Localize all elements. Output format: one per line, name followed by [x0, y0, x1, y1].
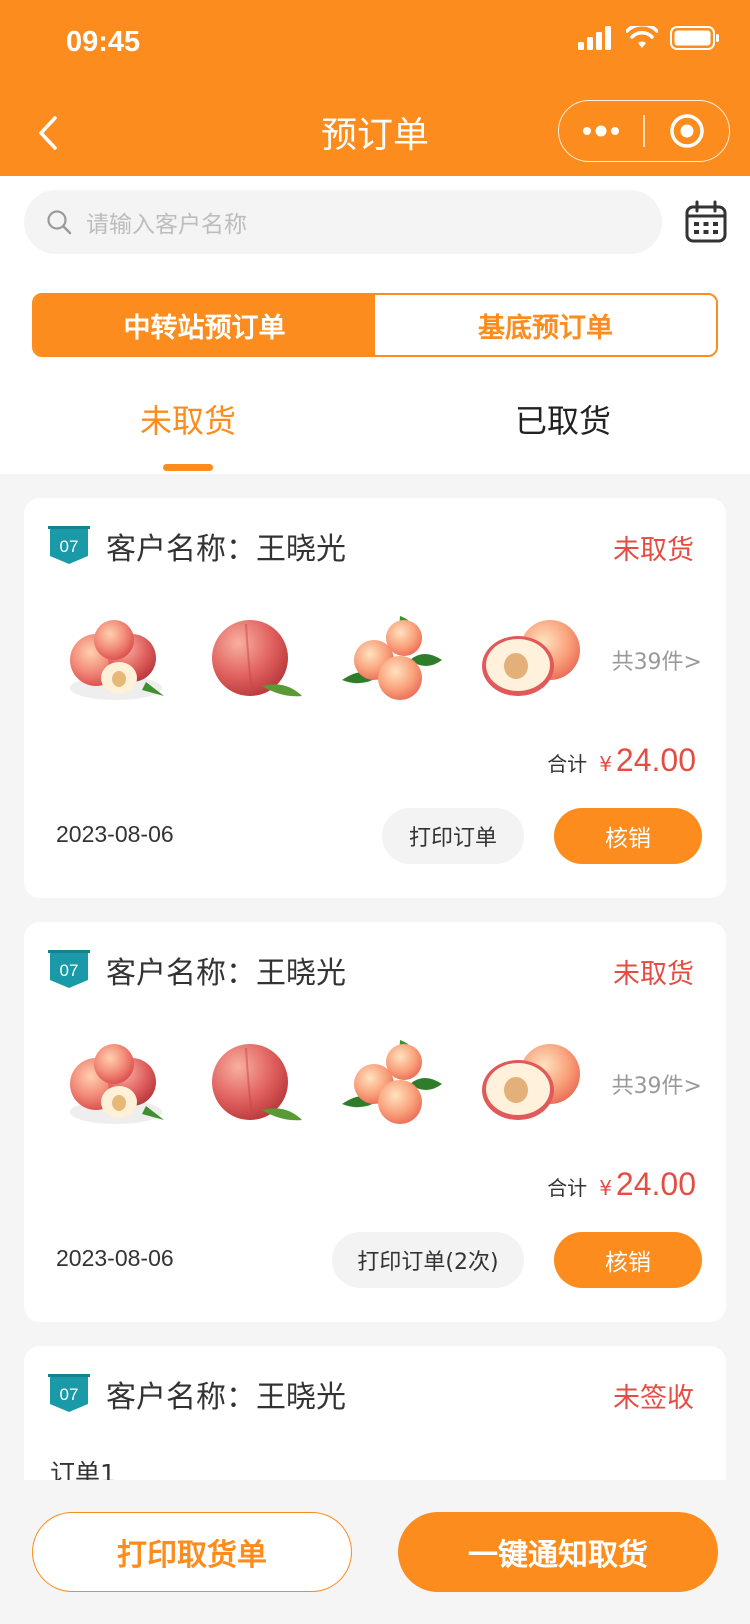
- peach-product-image: [70, 1044, 164, 1124]
- total-amount: 24.00: [615, 742, 696, 778]
- calendar-icon: [685, 200, 727, 243]
- search-icon: [46, 209, 72, 235]
- segment-transfer-station[interactable]: 中转站预订单: [34, 295, 375, 355]
- order-status: 未取货: [613, 959, 694, 990]
- bottom-action-bar: 打印取货单 一键通知取货: [0, 1480, 750, 1624]
- mini-program-capsule: [558, 100, 730, 162]
- peach-product-image: [482, 620, 580, 696]
- print-order-button[interactable]: 打印订单(2次): [332, 1232, 524, 1288]
- search-input[interactable]: 请输入客户名称: [24, 190, 662, 254]
- goods-thumbnails[interactable]: [64, 610, 582, 706]
- tab-picked[interactable]: 已取货: [376, 396, 750, 442]
- tab-not-picked[interactable]: 未取货: [0, 396, 376, 442]
- print-pickup-list-button[interactable]: 打印取货单: [32, 1512, 352, 1592]
- order-date: 2023-08-06: [56, 1245, 174, 1271]
- date-tag-label: 07: [60, 961, 79, 980]
- order-card-header: 07 客户名称：王晓光: [48, 1372, 346, 1416]
- app-header: 09:45 预订单: [0, 0, 750, 176]
- segment-base[interactable]: 基底预订单: [375, 295, 716, 355]
- date-tag-icon: 07: [48, 526, 90, 564]
- peach-product-image: [342, 1040, 442, 1124]
- order-total: 合计 ¥ 24.00: [547, 1166, 696, 1203]
- search-placeholder: 请输入客户名称: [86, 212, 247, 238]
- verify-button[interactable]: 核销: [554, 1232, 702, 1288]
- calendar-button[interactable]: [684, 200, 728, 244]
- goods-thumbnails[interactable]: [64, 1034, 582, 1130]
- status-icons: [578, 26, 720, 50]
- order-type-segment: 中转站预订单 基底预订单: [32, 293, 718, 357]
- customer-name: 客户名称：王晓光: [106, 532, 346, 567]
- item-count-link[interactable]: 共39件>: [612, 1068, 702, 1100]
- peach-product-image: [342, 616, 442, 700]
- more-button[interactable]: [559, 101, 643, 161]
- verify-button[interactable]: 核销: [554, 808, 702, 864]
- item-count-link[interactable]: 共39件>: [612, 644, 702, 676]
- peach-product-image: [70, 620, 164, 700]
- status-time: 09:45: [66, 26, 141, 58]
- date-tag-icon: 07: [48, 950, 90, 988]
- order-status: 未取货: [613, 535, 694, 566]
- order-card-header: 07 客户名称：王晓光: [48, 524, 346, 568]
- filter-area: 请输入客户名称 中转站预订单 基底预订单 未取货 已取货: [0, 176, 750, 474]
- target-circle-icon: [670, 114, 704, 148]
- total-amount: 24.00: [615, 1166, 696, 1202]
- order-total: 合计 ¥ 24.00: [547, 742, 696, 779]
- notify-pickup-button[interactable]: 一键通知取货: [398, 1512, 718, 1592]
- order-card[interactable]: 07 客户名称：王晓光 未取货 共39件> 合计 ¥ 24.00 2023-08…: [24, 498, 726, 898]
- date-tag-label: 07: [60, 1385, 79, 1404]
- customer-name: 客户名称：王晓光: [106, 1380, 346, 1415]
- date-tag-label: 07: [60, 537, 79, 556]
- currency-symbol: ¥: [599, 752, 612, 776]
- order-date: 2023-08-06: [56, 821, 174, 847]
- peach-product-image: [212, 1044, 302, 1121]
- total-label: 合计: [547, 1176, 588, 1200]
- order-card[interactable]: 07 客户名称：王晓光 未取货 共39件> 合计 ¥ 24.00 2023-08…: [24, 922, 726, 1322]
- battery-icon: [670, 26, 719, 50]
- peach-product-image: [482, 1044, 580, 1120]
- order-status: 未签收: [613, 1383, 694, 1414]
- active-tab-indicator: [163, 464, 213, 471]
- close-mini-program-button[interactable]: [645, 101, 729, 161]
- currency-symbol: ¥: [599, 1176, 612, 1200]
- peach-product-image: [212, 620, 302, 697]
- order-card-header: 07 客户名称：王晓光: [48, 948, 346, 992]
- date-tag-icon: 07: [48, 1374, 90, 1412]
- customer-name: 客户名称：王晓光: [106, 956, 346, 991]
- wifi-icon: [626, 26, 658, 48]
- pickup-tabs: 未取货 已取货: [0, 396, 750, 474]
- total-label: 合计: [547, 752, 588, 776]
- more-dots-icon: [583, 125, 620, 137]
- signal-icon: [578, 26, 611, 50]
- print-order-button[interactable]: 打印订单: [382, 808, 524, 864]
